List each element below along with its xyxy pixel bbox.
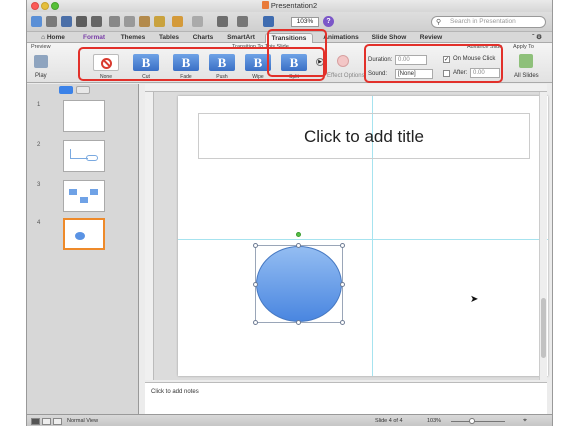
effect-options-label: Effect Options bbox=[327, 73, 365, 79]
new-presentation-icon[interactable] bbox=[31, 16, 42, 27]
slide-thumb-2[interactable] bbox=[63, 140, 105, 172]
tab-tables[interactable]: Tables bbox=[155, 33, 183, 43]
mouse-cursor-icon: ➤ bbox=[470, 294, 479, 305]
slide-number-3: 3 bbox=[37, 182, 41, 188]
fit-to-window-icon[interactable]: ⌖ bbox=[523, 417, 527, 425]
zoom-field[interactable]: 103% bbox=[291, 17, 319, 27]
annotation-highlight-split bbox=[267, 29, 327, 77]
view-name: Normal View bbox=[67, 418, 99, 424]
notes-pane[interactable]: Click to add notes bbox=[145, 382, 547, 414]
preview-group-label: Preview bbox=[31, 44, 51, 50]
horizontal-guide bbox=[178, 239, 548, 240]
vertical-scrollbar[interactable] bbox=[539, 92, 547, 380]
slide-thumb-1[interactable] bbox=[63, 100, 105, 132]
apply-to-group-label: Apply To bbox=[513, 44, 534, 50]
help-icon[interactable]: ? bbox=[323, 16, 334, 27]
resize-handle-br[interactable] bbox=[340, 320, 345, 325]
apply-all-slides-icon[interactable] bbox=[519, 54, 533, 68]
format-painter-icon[interactable] bbox=[154, 16, 165, 27]
title-placeholder[interactable]: Click to add title bbox=[198, 113, 530, 159]
tab-themes[interactable]: Themes bbox=[117, 33, 149, 43]
save-icon[interactable] bbox=[76, 16, 87, 27]
vertical-ruler bbox=[145, 92, 154, 380]
slides-panel: 1 2 3 4 bbox=[27, 84, 139, 414]
tab-charts[interactable]: Charts bbox=[189, 33, 217, 43]
thumb-rounded-shape bbox=[86, 155, 98, 161]
search-input[interactable]: ⚲ Search in Presentation bbox=[431, 16, 546, 28]
play-preview-icon[interactable] bbox=[34, 55, 48, 68]
slide-thumb-4[interactable] bbox=[63, 218, 105, 250]
thumb-oval bbox=[75, 232, 85, 240]
copy-icon[interactable] bbox=[124, 16, 135, 27]
slide-number-1: 1 bbox=[37, 102, 41, 108]
thumb-box-bottom bbox=[80, 197, 88, 203]
notes-placeholder: Click to add notes bbox=[151, 389, 199, 395]
slide-thumb-3[interactable] bbox=[63, 180, 105, 212]
slide-layout-icon[interactable] bbox=[237, 16, 248, 27]
resize-handle-bl[interactable] bbox=[253, 320, 258, 325]
tab-format[interactable]: Format bbox=[77, 33, 111, 43]
outline-view-toggle[interactable] bbox=[76, 86, 90, 94]
paste-icon[interactable] bbox=[139, 16, 150, 27]
zoom-slider-knob[interactable] bbox=[469, 418, 475, 424]
slide-number-2: 2 bbox=[37, 142, 41, 148]
window-title: Presentation2 bbox=[27, 1, 552, 10]
resize-handle-tl[interactable] bbox=[253, 243, 258, 248]
powerpoint-window: Presentation2 103% ? ⚲ Search in Present… bbox=[26, 0, 553, 426]
undo-icon[interactable] bbox=[172, 16, 183, 27]
slide-show-button[interactable] bbox=[53, 418, 62, 425]
tab-slide-show[interactable]: Slide Show bbox=[369, 33, 409, 43]
play-label: Play bbox=[35, 73, 47, 79]
redo-icon[interactable] bbox=[192, 16, 203, 27]
tab-review[interactable]: Review bbox=[415, 33, 447, 43]
resize-handle-tr[interactable] bbox=[340, 243, 345, 248]
insert-slide-icon[interactable] bbox=[217, 16, 228, 27]
transitions-ribbon: Preview Play Transition To This Slide No… bbox=[27, 29, 552, 83]
title-bar: Presentation2 bbox=[27, 0, 552, 12]
resize-handle-l[interactable] bbox=[253, 282, 258, 287]
slides-view-toggle[interactable] bbox=[59, 86, 73, 94]
oval-shape[interactable] bbox=[256, 246, 342, 322]
print-icon[interactable] bbox=[91, 16, 102, 27]
tab-smartart[interactable]: SmartArt bbox=[223, 33, 259, 43]
cut-icon[interactable] bbox=[109, 16, 120, 27]
thumb-box-right bbox=[90, 189, 98, 195]
resize-handle-b[interactable] bbox=[296, 320, 301, 325]
all-slides-button[interactable]: All Slides bbox=[514, 73, 539, 79]
normal-view-button[interactable] bbox=[31, 418, 40, 425]
slide-sorter-button[interactable] bbox=[42, 418, 51, 425]
open-icon[interactable] bbox=[61, 16, 72, 27]
slide-canvas: Click to add title ➤ bbox=[154, 92, 548, 380]
effect-options-icon[interactable] bbox=[337, 55, 349, 67]
zoom-slider[interactable] bbox=[451, 421, 505, 422]
slide[interactable]: Click to add title ➤ bbox=[178, 96, 548, 376]
resize-handle-r[interactable] bbox=[340, 282, 345, 287]
status-bar: Normal View Slide 4 of 4 103% ⌖ bbox=[27, 414, 552, 426]
status-zoom: 103% bbox=[427, 418, 442, 424]
ribbon-options[interactable]: ˆ ⚙ bbox=[525, 33, 549, 43]
templates-icon[interactable] bbox=[46, 16, 57, 27]
slide-counter: Slide 4 of 4 bbox=[375, 418, 403, 424]
thumb-box-left bbox=[69, 189, 77, 195]
slide-number-4: 4 bbox=[37, 220, 41, 226]
rotation-handle[interactable] bbox=[296, 232, 301, 237]
tab-home[interactable]: ⌂ Home bbox=[33, 33, 73, 43]
gallery-icon[interactable] bbox=[263, 16, 274, 27]
scrollbar-thumb[interactable] bbox=[541, 298, 546, 358]
annotation-highlight-timing bbox=[364, 44, 503, 83]
search-icon: ⚲ bbox=[436, 19, 442, 26]
presentation-doc-icon bbox=[261, 1, 269, 9]
horizontal-ruler bbox=[145, 84, 547, 92]
resize-handle-t[interactable] bbox=[296, 243, 301, 248]
